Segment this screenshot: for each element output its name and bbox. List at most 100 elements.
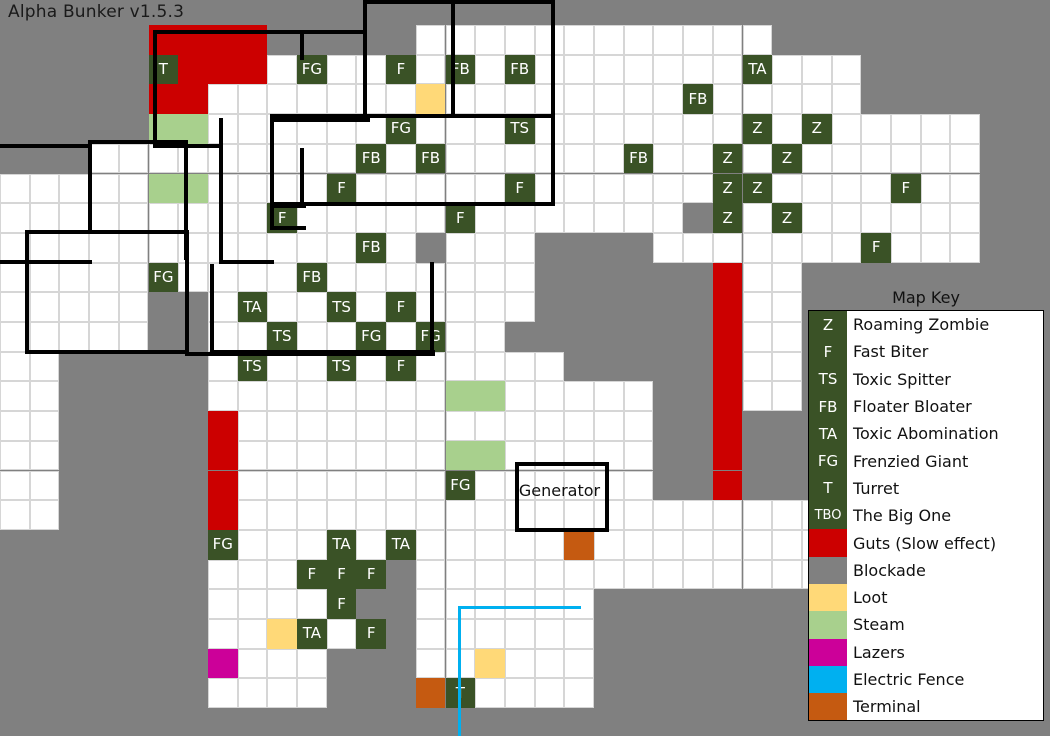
guts-tile[interactable] <box>207 440 238 471</box>
floor-tile[interactable] <box>534 559 565 590</box>
floor-tile[interactable] <box>29 470 60 501</box>
floor-tile[interactable] <box>118 292 149 322</box>
floor-tile[interactable] <box>653 529 684 560</box>
guts-tile[interactable] <box>712 351 743 382</box>
floor-tile[interactable] <box>148 232 179 263</box>
floor-tile[interactable] <box>0 411 30 441</box>
floor-tile[interactable] <box>920 143 951 174</box>
floor-tile[interactable] <box>267 54 297 85</box>
floor-tile[interactable] <box>415 589 446 619</box>
floor-tile[interactable] <box>386 440 416 471</box>
floor-tile[interactable] <box>118 143 149 174</box>
floor-tile[interactable] <box>326 440 357 471</box>
floor-tile[interactable] <box>445 322 476 352</box>
floor-tile[interactable] <box>564 203 594 233</box>
floor-tile[interactable] <box>653 203 684 233</box>
floor-tile[interactable] <box>594 84 624 115</box>
floor-tile[interactable] <box>950 143 981 174</box>
floor-tile[interactable] <box>653 54 684 85</box>
mob-ta[interactable]: TA <box>237 292 268 322</box>
floor-tile[interactable] <box>89 262 119 293</box>
floor-tile[interactable] <box>386 173 416 204</box>
floor-tile[interactable] <box>534 54 565 85</box>
floor-tile[interactable] <box>475 232 505 263</box>
floor-tile[interactable] <box>683 529 713 560</box>
floor-tile[interactable] <box>415 173 446 204</box>
floor-tile[interactable] <box>772 54 802 85</box>
steam-tile[interactable] <box>445 381 476 412</box>
floor-tile[interactable] <box>475 173 505 204</box>
floor-tile[interactable] <box>267 589 297 619</box>
floor-tile[interactable] <box>415 381 446 412</box>
floor-tile[interactable] <box>415 203 446 233</box>
floor-tile[interactable] <box>415 54 446 85</box>
floor-tile[interactable] <box>772 500 802 530</box>
steam-tile[interactable] <box>178 173 208 204</box>
guts-tile[interactable] <box>712 440 743 471</box>
floor-tile[interactable] <box>564 173 594 204</box>
mob-ts[interactable]: TS <box>504 114 535 144</box>
floor-tile[interactable] <box>504 351 535 382</box>
floor-tile[interactable] <box>386 203 416 233</box>
mob-fb[interactable]: FB <box>683 84 713 115</box>
floor-tile[interactable] <box>623 411 654 441</box>
floor-tile[interactable] <box>712 25 743 55</box>
floor-tile[interactable] <box>386 232 416 263</box>
floor-tile[interactable] <box>504 25 535 55</box>
floor-tile[interactable] <box>564 84 594 115</box>
floor-tile[interactable] <box>653 114 684 144</box>
floor-tile[interactable] <box>742 203 773 233</box>
floor-tile[interactable] <box>712 559 743 590</box>
mob-z[interactable]: Z <box>712 173 743 204</box>
floor-tile[interactable] <box>297 678 327 709</box>
floor-tile[interactable] <box>356 203 387 233</box>
floor-tile[interactable] <box>801 203 832 233</box>
floor-tile[interactable] <box>29 411 60 441</box>
floor-tile[interactable] <box>0 173 30 204</box>
floor-tile[interactable] <box>475 500 505 530</box>
floor-tile[interactable] <box>475 262 505 293</box>
floor-tile[interactable] <box>445 25 476 55</box>
floor-tile[interactable] <box>237 411 268 441</box>
guts-tile[interactable] <box>712 470 743 501</box>
floor-tile[interactable] <box>267 678 297 709</box>
floor-tile[interactable] <box>445 500 476 530</box>
floor-tile[interactable] <box>415 411 446 441</box>
blockade-tile[interactable] <box>118 351 149 382</box>
floor-tile[interactable] <box>891 143 921 174</box>
floor-tile[interactable] <box>742 262 773 293</box>
floor-tile[interactable] <box>772 114 802 144</box>
floor-tile[interactable] <box>297 440 327 471</box>
floor-tile[interactable] <box>356 500 387 530</box>
floor-tile[interactable] <box>653 25 684 55</box>
mob-f[interactable]: F <box>356 619 387 649</box>
floor-tile[interactable] <box>0 500 30 530</box>
mob-fg[interactable]: FG <box>445 470 476 501</box>
floor-tile[interactable] <box>89 203 119 233</box>
terminal-tile[interactable] <box>415 678 446 709</box>
floor-tile[interactable] <box>0 203 30 233</box>
floor-tile[interactable] <box>534 173 565 204</box>
floor-tile[interactable] <box>445 84 476 115</box>
floor-tile[interactable] <box>29 262 60 293</box>
floor-tile[interactable] <box>712 500 743 530</box>
guts-tile[interactable] <box>712 292 743 322</box>
floor-tile[interactable] <box>207 351 238 382</box>
floor-tile[interactable] <box>415 559 446 590</box>
floor-tile[interactable] <box>801 143 832 174</box>
floor-tile[interactable] <box>29 500 60 530</box>
floor-tile[interactable] <box>118 173 149 204</box>
floor-tile[interactable] <box>29 381 60 412</box>
mob-fb[interactable]: FB <box>623 143 654 174</box>
floor-tile[interactable] <box>0 470 30 501</box>
floor-tile[interactable] <box>267 559 297 590</box>
floor-tile[interactable] <box>504 292 535 322</box>
floor-tile[interactable] <box>207 559 238 590</box>
floor-tile[interactable] <box>623 559 654 590</box>
floor-tile[interactable] <box>831 203 862 233</box>
floor-tile[interactable] <box>267 232 297 263</box>
floor-tile[interactable] <box>742 351 773 382</box>
floor-tile[interactable] <box>297 351 327 382</box>
floor-tile[interactable] <box>356 351 387 382</box>
floor-tile[interactable] <box>237 114 268 144</box>
